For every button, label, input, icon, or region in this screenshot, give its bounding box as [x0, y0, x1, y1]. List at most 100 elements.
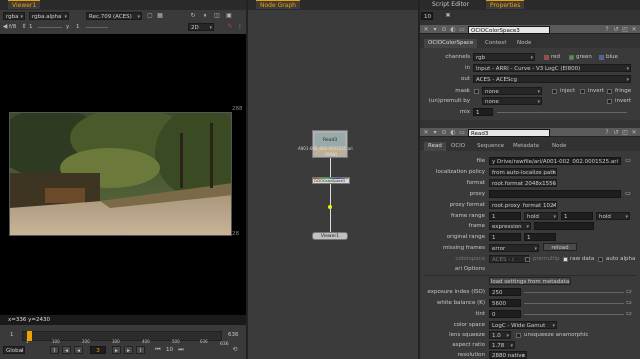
proxy-field[interactable] — [489, 190, 621, 198]
wb-anim-icon[interactable]: ▭ — [626, 299, 632, 307]
tint-field[interactable]: 0 — [489, 310, 521, 318]
help-icon[interactable]: ? — [604, 25, 610, 34]
tint-slider[interactable] — [524, 314, 624, 315]
roi-icon[interactable]: ◫ — [213, 12, 221, 20]
mix-slider[interactable] — [497, 112, 627, 113]
wb-slider[interactable] — [524, 303, 624, 304]
premult-dropdown[interactable]: none — [482, 97, 542, 105]
lens-dropdown[interactable]: 1.0 — [489, 331, 511, 339]
file-browse-icon[interactable]: ▭ — [624, 157, 632, 165]
frame-dropdown[interactable]: expression — [489, 222, 531, 230]
viewer-node[interactable]: Viewer1 — [312, 232, 348, 240]
in-dropdown[interactable]: Input - ARRI - Curve - V3 LogC (EI800) — [473, 64, 631, 72]
view-mode-dropdown[interactable]: 2D — [188, 23, 214, 31]
frame-start[interactable]: 1 — [10, 331, 14, 339]
ocio-node[interactable]: OCIOColorSpace3 — [312, 177, 350, 184]
link-icon[interactable]: ⊙ — [441, 25, 447, 34]
step-back-button[interactable]: ◂ — [62, 346, 71, 354]
wb-field[interactable]: 5600 — [489, 299, 521, 307]
float-icon[interactable]: ◰ — [622, 25, 628, 34]
auto-alpha-checkbox[interactable] — [598, 257, 603, 262]
cs-dropdown[interactable]: LogC - Wide Gamut — [489, 321, 557, 329]
read-close-panel-icon[interactable]: ✕ — [631, 128, 637, 137]
exposure-field[interactable]: 250 — [489, 288, 521, 296]
fstop-value[interactable]: f/8 — [9, 23, 16, 31]
step-forward-button[interactable]: ▸ — [124, 346, 133, 354]
node-color-icon[interactable]: ◐ — [450, 25, 456, 34]
ocio-title-field[interactable]: OCIOColorSpace3 — [468, 26, 550, 34]
step-value[interactable]: 10 — [166, 346, 173, 354]
tab-node-graph[interactable]: Node Graph — [256, 0, 300, 9]
mask-checkbox[interactable] — [474, 89, 479, 94]
prev-keyframe-button[interactable]: I — [50, 346, 59, 354]
unsqueeze-checkbox[interactable] — [516, 333, 521, 338]
inject-checkbox[interactable] — [552, 89, 557, 94]
snapshot-icon[interactable]: ▣ — [225, 12, 233, 20]
viewer-image[interactable] — [9, 112, 232, 236]
tint-anim-icon[interactable]: ▭ — [626, 310, 632, 318]
fr-end-field[interactable]: 1 — [561, 212, 593, 220]
fringe-checkbox[interactable] — [607, 89, 612, 94]
fr-end-mode[interactable]: hold — [596, 212, 630, 220]
read-tab-3[interactable]: Metadata — [509, 142, 543, 151]
exposure-slider[interactable] — [524, 292, 624, 293]
menu-icon[interactable]: ⋮ — [236, 23, 244, 31]
red-checkbox[interactable] — [544, 55, 549, 60]
read-title-field[interactable]: Read3 — [468, 129, 550, 137]
grid-icon[interactable]: ▦ — [156, 12, 164, 20]
read-color-icon[interactable]: ◐ — [450, 128, 456, 137]
aspect-dropdown[interactable]: 1.78 — [489, 341, 515, 349]
tab-properties[interactable]: Properties — [486, 0, 525, 9]
reload-button[interactable]: reload — [543, 243, 577, 251]
play-back-button[interactable]: ◂ — [74, 346, 83, 354]
tab-viewer1[interactable]: Viewer1 — [8, 0, 41, 9]
next-keyframe-button[interactable]: I — [136, 346, 145, 354]
read-tab-4[interactable]: Node — [548, 142, 570, 151]
load-settings-button[interactable]: load settings from metadata — [489, 277, 571, 285]
channels-dropdown[interactable]: rgba — [3, 12, 25, 20]
read-link-icon[interactable]: ⊙ — [441, 128, 447, 137]
format-dropdown[interactable]: root.format 2048x1556 — [489, 179, 557, 187]
frame-end[interactable]: 636 — [228, 331, 239, 339]
read-float-icon[interactable]: ◰ — [622, 128, 628, 137]
missing-dropdown[interactable]: error — [489, 244, 539, 252]
gain-arrows-icon[interactable]: ⇕ — [21, 23, 27, 31]
node-preview-icon[interactable]: ▭ — [459, 25, 465, 34]
read-tab-1[interactable]: OCIO — [447, 142, 469, 151]
out-dropdown[interactable]: ACES - ACEScg — [473, 75, 631, 83]
viewer-input-dot[interactable] — [328, 205, 332, 209]
loop-icon[interactable]: ⟲ — [231, 346, 239, 354]
fr-start-field[interactable]: 1 — [489, 212, 521, 220]
gamma-slider[interactable] — [86, 27, 108, 28]
green-checkbox[interactable] — [569, 55, 574, 60]
close-panel-icon[interactable]: ✕ — [631, 25, 637, 34]
skip-back-icon[interactable]: ⏮ — [154, 346, 162, 354]
read-preview-icon[interactable]: ▭ — [459, 128, 465, 137]
gain-value[interactable]: 1 — [29, 23, 33, 31]
gain-slider[interactable] — [38, 27, 62, 28]
collapse-icon[interactable]: ▾ — [432, 25, 438, 34]
pause-icon[interactable]: ⏸ — [201, 12, 209, 20]
ocio-channels-dropdown[interactable]: rgb — [473, 53, 535, 61]
close-icon[interactable]: ✕ — [423, 25, 429, 34]
read-revert-icon[interactable]: ↺ — [613, 128, 619, 137]
read-close-icon[interactable]: ✕ — [423, 128, 429, 137]
ocio-tab-0[interactable]: OCIOColorSpace — [424, 39, 478, 48]
invert-checkbox[interactable] — [580, 89, 585, 94]
refresh-icon[interactable]: ↻ — [189, 12, 197, 20]
premult-checkbox[interactable] — [525, 257, 530, 262]
invert2-checkbox[interactable] — [607, 99, 612, 104]
file-field[interactable]: y Drive/rawfile/ari/A001-002_002.0001525… — [489, 157, 621, 165]
current-frame-field[interactable]: 3 — [90, 346, 106, 354]
read-tab-0[interactable]: Read — [424, 142, 446, 151]
alpha-dropdown[interactable]: rgba.alpha — [29, 12, 69, 20]
mix-field[interactable]: 1 — [473, 108, 493, 116]
mask-dropdown[interactable]: none — [482, 87, 542, 95]
revert-icon[interactable]: ↺ — [613, 25, 619, 34]
clip-icon[interactable]: ▢ — [146, 12, 154, 20]
raw-data-checkbox[interactable] — [563, 257, 568, 262]
skip-forward-icon[interactable]: ⏭ — [177, 346, 185, 354]
orig-end-field[interactable]: 1 — [524, 233, 556, 241]
gamma-value[interactable]: 1 — [76, 23, 80, 31]
ocio-tab-1[interactable]: Context — [481, 39, 511, 48]
